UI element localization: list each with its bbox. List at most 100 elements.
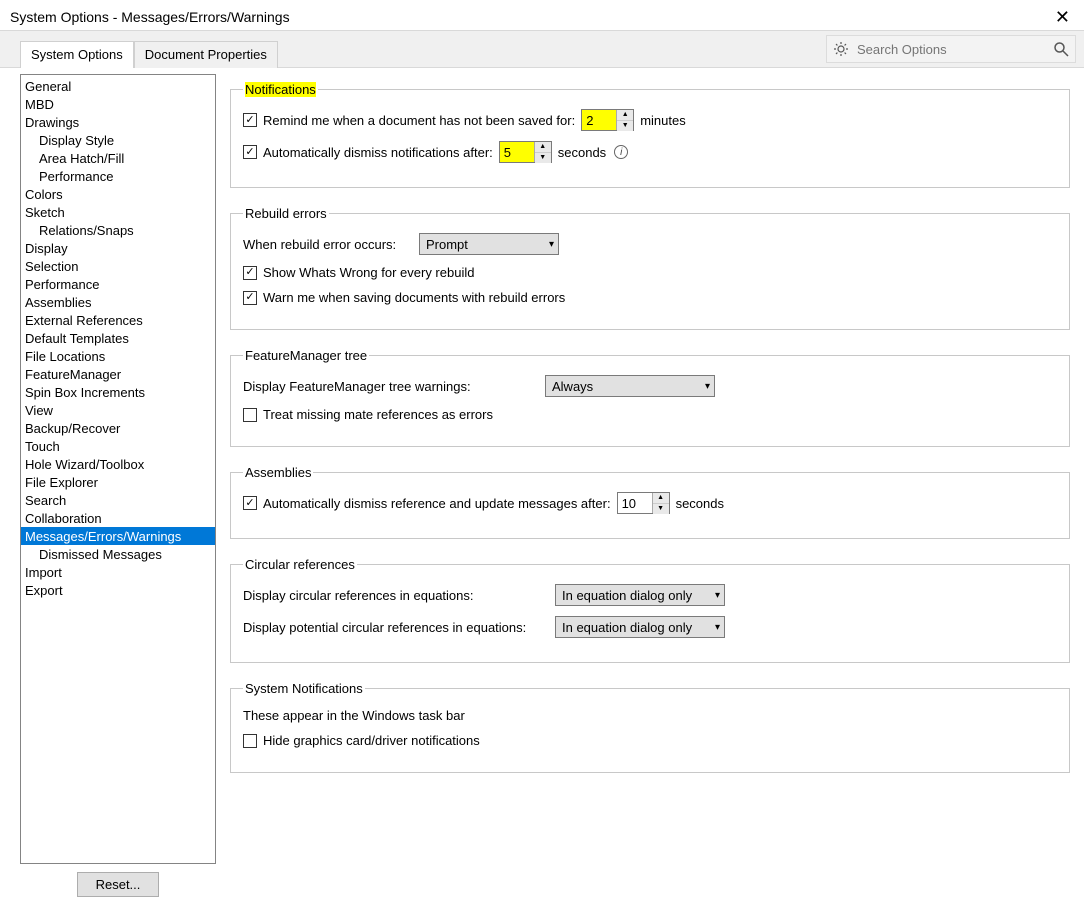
sidebar-item[interactable]: MBD [21,95,215,113]
legend-rebuild: Rebuild errors [243,206,329,221]
legend-sysnotif: System Notifications [243,681,365,696]
sidebar-item[interactable]: Search [21,491,215,509]
sidebar-item[interactable]: File Explorer [21,473,215,491]
spin-up-icon[interactable]: ▲ [535,142,551,153]
sidebar-item[interactable]: Area Hatch/Fill [21,149,215,167]
spin-up-icon[interactable]: ▲ [617,110,633,121]
sidebar-item[interactable]: Export [21,581,215,599]
window-title: System Options - Messages/Errors/Warning… [10,9,290,25]
label-when-rebuild: When rebuild error occurs: [243,237,413,252]
label-fm-display: Display FeatureManager tree warnings: [243,379,539,394]
dd-fm-value: Always [552,379,593,394]
sidebar-item[interactable]: Colors [21,185,215,203]
legend-assemblies: Assemblies [243,465,313,480]
unit-seconds: seconds [558,145,606,160]
sidebar-item[interactable]: Assemblies [21,293,215,311]
sidebar-item[interactable]: General [21,77,215,95]
sidebar-item[interactable]: Default Templates [21,329,215,347]
title-bar: System Options - Messages/Errors/Warning… [0,0,1084,30]
sidebar-item[interactable]: Relations/Snaps [21,221,215,239]
legend-circular: Circular references [243,557,357,572]
sidebar-item[interactable]: Hole Wizard/Toolbox [21,455,215,473]
dd-circ-pot[interactable]: In equation dialog only ▾ [555,616,725,638]
group-assemblies: Assemblies Automatically dismiss referen… [230,465,1070,539]
cb-remind-save[interactable] [243,113,257,127]
label-circ-disp: Display circular references in equations… [243,588,549,603]
search-icon[interactable] [1053,41,1069,57]
input-asm-seconds[interactable] [618,493,652,513]
group-system-notifications: System Notifications These appear in the… [230,681,1070,773]
main-panel: Notifications Remind me when a document … [216,74,1076,910]
group-featuremanager-tree: FeatureManager tree Display FeatureManag… [230,348,1070,447]
legend-fm: FeatureManager tree [243,348,369,363]
group-circular-references: Circular references Display circular ref… [230,557,1070,663]
sidebar-item[interactable]: Display Style [21,131,215,149]
group-notifications: Notifications Remind me when a document … [230,82,1070,188]
cb-auto-dismiss-asm[interactable] [243,496,257,510]
sidebar-item[interactable]: Performance [21,275,215,293]
sidebar-item[interactable]: Selection [21,257,215,275]
cb-auto-dismiss-notif[interactable] [243,145,257,159]
sidebar-item[interactable]: Performance [21,167,215,185]
spin-up-icon[interactable]: ▲ [653,493,669,504]
chevron-down-icon: ▾ [549,239,554,250]
sidebar-item[interactable]: Backup/Recover [21,419,215,437]
spin-remind-minutes[interactable]: ▲▼ [581,109,634,131]
label-circ-pot: Display potential circular references in… [243,620,549,635]
chevron-down-icon: ▾ [715,590,720,601]
close-icon[interactable]: ✕ [1049,7,1076,28]
sidebar-item[interactable]: View [21,401,215,419]
cb-warn-save-rebuild[interactable] [243,291,257,305]
sidebar-item[interactable]: Messages/Errors/Warnings [21,527,215,545]
label-sysnotif-desc: These appear in the Windows task bar [243,708,465,723]
sidebar-item[interactable]: Spin Box Increments [21,383,215,401]
search-box[interactable] [826,35,1076,63]
search-input[interactable] [855,41,1047,58]
input-remind-minutes[interactable] [582,110,616,130]
label-remind-save: Remind me when a document has not been s… [263,113,575,128]
sidebar-item[interactable]: FeatureManager [21,365,215,383]
reset-button[interactable]: Reset... [77,872,160,897]
spin-dismiss-seconds[interactable]: ▲▼ [499,141,552,163]
sidebar-item[interactable]: Display [21,239,215,257]
top-strip: System Options Document Properties [0,30,1084,68]
sidebar-item[interactable]: Import [21,563,215,581]
spin-down-icon[interactable]: ▼ [617,121,633,131]
chevron-down-icon: ▾ [715,622,720,633]
label-auto-dismiss-asm: Automatically dismiss reference and upda… [263,496,611,511]
sidebar-item[interactable]: Touch [21,437,215,455]
tab-document-properties[interactable]: Document Properties [134,41,278,68]
label-hide-gpu-notif: Hide graphics card/driver notifications [263,733,480,748]
cb-hide-gpu-notif[interactable] [243,734,257,748]
cb-treat-missing-mate[interactable] [243,408,257,422]
info-icon[interactable]: i [614,145,628,159]
dd-rebuild-value: Prompt [426,237,468,252]
label-treat-missing-mate: Treat missing mate references as errors [263,407,493,422]
spin-down-icon[interactable]: ▼ [653,504,669,514]
sidebar-item[interactable]: Sketch [21,203,215,221]
unit-seconds-asm: seconds [676,496,724,511]
cb-show-whats-wrong[interactable] [243,266,257,280]
tabs: System Options Document Properties [20,41,278,68]
chevron-down-icon: ▾ [705,381,710,392]
sidebar-item[interactable]: Drawings [21,113,215,131]
dd-circ-disp-value: In equation dialog only [562,588,692,603]
sidebar: GeneralMBDDrawingsDisplay StyleArea Hatc… [20,74,216,864]
sidebar-item[interactable]: File Locations [21,347,215,365]
spin-down-icon[interactable]: ▼ [535,153,551,163]
dd-circ-pot-value: In equation dialog only [562,620,692,635]
sidebar-item[interactable]: Dismissed Messages [21,545,215,563]
group-rebuild-errors: Rebuild errors When rebuild error occurs… [230,206,1070,330]
label-warn-save-rebuild: Warn me when saving documents with rebui… [263,290,565,305]
tab-system-options[interactable]: System Options [20,41,134,68]
dd-rebuild-action[interactable]: Prompt ▾ [419,233,559,255]
sidebar-item[interactable]: Collaboration [21,509,215,527]
input-dismiss-seconds[interactable] [500,142,534,162]
label-show-whats-wrong: Show Whats Wrong for every rebuild [263,265,474,280]
sidebar-item[interactable]: External References [21,311,215,329]
spin-asm-seconds[interactable]: ▲▼ [617,492,670,514]
unit-minutes: minutes [640,113,686,128]
dd-circ-disp[interactable]: In equation dialog only ▾ [555,584,725,606]
gear-icon [833,41,849,57]
dd-fm-warnings[interactable]: Always ▾ [545,375,715,397]
